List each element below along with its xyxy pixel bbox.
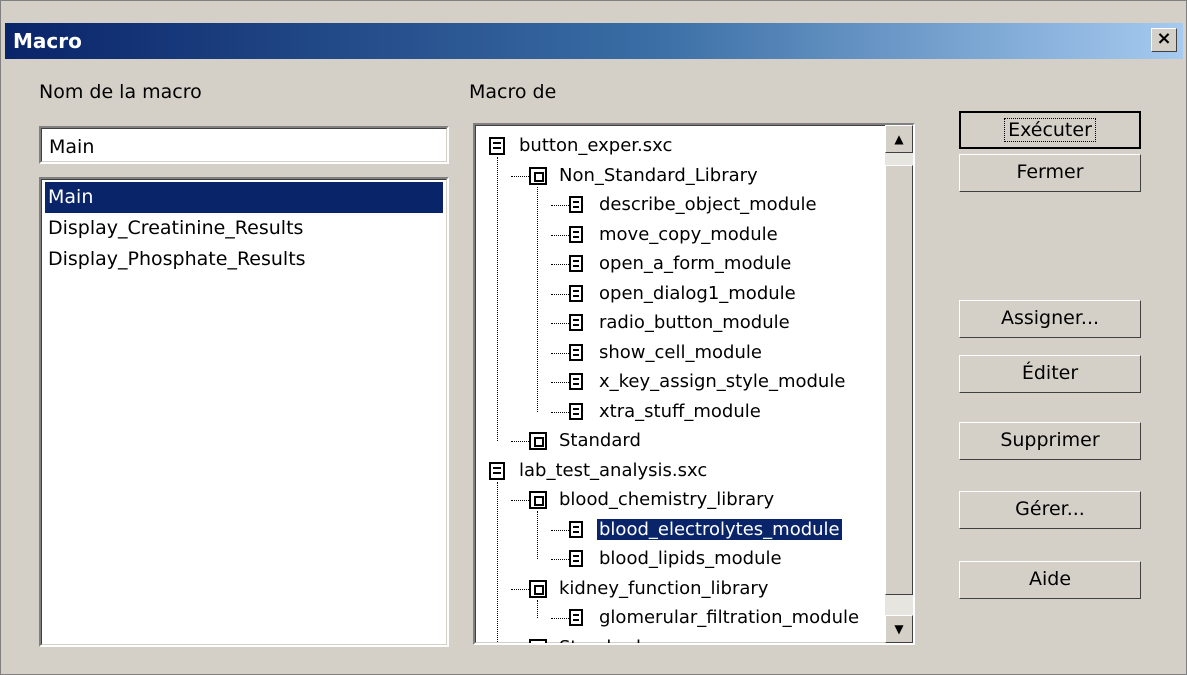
- macro-from-label: Macro de: [469, 81, 557, 103]
- tree-node-label: glomerular_filtration_module: [599, 607, 860, 628]
- tree-node-label: open_dialog1_module: [599, 282, 796, 304]
- tree-node-label: lab_test_analysis.sxc: [519, 459, 708, 481]
- library-icon: [529, 638, 547, 643]
- module-icon: [569, 609, 583, 626]
- library-icon: [529, 491, 547, 509]
- edit-button[interactable]: Éditer: [959, 355, 1141, 393]
- tree-node-label: button_exper.sxc: [519, 135, 673, 156]
- tree-connector: [511, 500, 529, 501]
- tree-node-label: show_cell_module: [599, 341, 762, 363]
- tree-module[interactable]: xtra_stuff_module: [569, 399, 763, 425]
- tree-connector: [551, 205, 569, 206]
- module-icon: [569, 284, 583, 302]
- tree-connector: [551, 382, 569, 383]
- tree-module[interactable]: describe_object_module: [569, 192, 819, 218]
- close-icon[interactable]: ×: [1151, 28, 1177, 52]
- tree-canvas: button_exper.sxc Non_Standard_Librarydesc…: [475, 125, 887, 644]
- tree-node-label: open_a_form_module: [599, 253, 792, 274]
- tree-node-label: blood_chemistry_library: [559, 489, 775, 510]
- tree-library[interactable]: Standard: [529, 635, 643, 644]
- tree-library[interactable]: Standard: [529, 428, 643, 454]
- tree-connector: [537, 186, 538, 412]
- module-icon: [569, 373, 583, 390]
- tree-connector: [551, 352, 569, 354]
- tree-connector: [551, 234, 569, 236]
- macro-dialog: Macro × Nom de la macro Main Main Display…: [0, 0, 1187, 675]
- module-icon: [569, 550, 583, 567]
- tree-node-label: Non_Standard_Library: [559, 164, 758, 186]
- tree-connector: [497, 157, 498, 441]
- macro-tree[interactable]: button_exper.sxc Non_Standard_Librarydesc…: [473, 123, 915, 645]
- macro-list[interactable]: Main Display_Creatinine_Results Display_Ph…: [39, 177, 449, 647]
- delete-button[interactable]: Supprimer: [959, 422, 1141, 460]
- manage-button[interactable]: Gérer...: [959, 491, 1141, 529]
- macro-list-item[interactable]: Display_Phosphate_Results: [45, 244, 443, 275]
- tree-connector: [511, 441, 529, 442]
- tree-node-label: blood_electrolytes_module: [596, 517, 843, 541]
- tree-module[interactable]: open_dialog1_module: [569, 281, 798, 307]
- tree-connector: [551, 323, 569, 324]
- tree-module[interactable]: open_a_form_module: [569, 251, 793, 277]
- tree-connector: [551, 293, 569, 295]
- module-icon: [569, 402, 583, 420]
- tree-node-label: x_key_assign_style_module: [599, 371, 846, 392]
- run-button-label: Exécuter: [1004, 118, 1096, 142]
- tree-node-label: Standard: [559, 430, 641, 451]
- tree-module[interactable]: move_copy_module: [569, 222, 780, 248]
- library-icon: [529, 579, 547, 598]
- macro-name-input[interactable]: Main: [39, 126, 449, 164]
- tree-connector: [551, 264, 569, 265]
- library-icon: [529, 166, 547, 185]
- macro-name-label: Nom de la macro: [39, 81, 202, 103]
- tree-document[interactable]: button_exper.sxc: [489, 133, 674, 159]
- help-button[interactable]: Aide: [959, 561, 1141, 599]
- tree-module[interactable]: blood_electrolytes_module: [569, 517, 843, 543]
- module-icon: [569, 225, 583, 243]
- tree-module[interactable]: glomerular_filtration_module: [569, 605, 861, 631]
- scroll-down-icon[interactable]: ▼: [885, 615, 913, 643]
- module-icon: [569, 343, 583, 361]
- tree-library[interactable]: blood_chemistry_library: [529, 487, 776, 513]
- tree-document[interactable]: lab_test_analysis.sxc: [489, 458, 709, 484]
- tree-connector: [551, 411, 569, 413]
- tree-connector: [511, 175, 529, 177]
- tree-node-label: Standard: [557, 637, 643, 644]
- close-button[interactable]: Fermer: [959, 154, 1141, 192]
- macro-list-item[interactable]: Display_Creatinine_Results: [45, 213, 443, 244]
- tree-connector: [497, 481, 498, 643]
- tree-node-label: xtra_stuff_module: [599, 400, 761, 422]
- tree-library[interactable]: Non_Standard_Library: [529, 163, 760, 189]
- tree-connector: [537, 599, 538, 618]
- tree-module[interactable]: x_key_assign_style_module: [569, 369, 847, 395]
- window-title: Macro: [13, 29, 82, 53]
- tree-node-label: blood_lipids_module: [599, 548, 782, 569]
- macro-list-item[interactable]: Main: [45, 182, 443, 213]
- title-bar[interactable]: Macro ×: [5, 23, 1183, 59]
- document-icon: [489, 137, 505, 155]
- run-button[interactable]: Exécuter: [959, 111, 1141, 149]
- scroll-up-icon[interactable]: ▲: [885, 125, 913, 153]
- tree-node-label: radio_button_module: [599, 312, 790, 333]
- tree-scrollbar[interactable]: ▲ ▼: [885, 125, 913, 643]
- tree-module[interactable]: radio_button_module: [569, 310, 792, 336]
- tree-connector: [551, 559, 569, 560]
- tree-connector: [551, 618, 569, 619]
- scrollbar-thumb[interactable]: [885, 165, 913, 595]
- module-icon: [569, 314, 583, 331]
- tree-module[interactable]: blood_lipids_module: [569, 546, 784, 572]
- document-icon: [489, 461, 505, 480]
- tree-node-label: kidney_function_library: [559, 577, 769, 599]
- module-icon: [569, 196, 583, 213]
- tree-connector: [551, 529, 569, 531]
- tree-module[interactable]: show_cell_module: [569, 340, 764, 366]
- module-icon: [569, 520, 583, 538]
- tree-connector: [511, 588, 529, 590]
- tree-node-label: move_copy_module: [599, 223, 778, 245]
- module-icon: [569, 255, 583, 272]
- tree-connector: [537, 511, 538, 559]
- library-icon: [529, 432, 547, 450]
- assign-button[interactable]: Assigner...: [959, 300, 1141, 338]
- tree-library[interactable]: kidney_function_library: [529, 576, 770, 602]
- tree-node-label: describe_object_module: [599, 194, 817, 215]
